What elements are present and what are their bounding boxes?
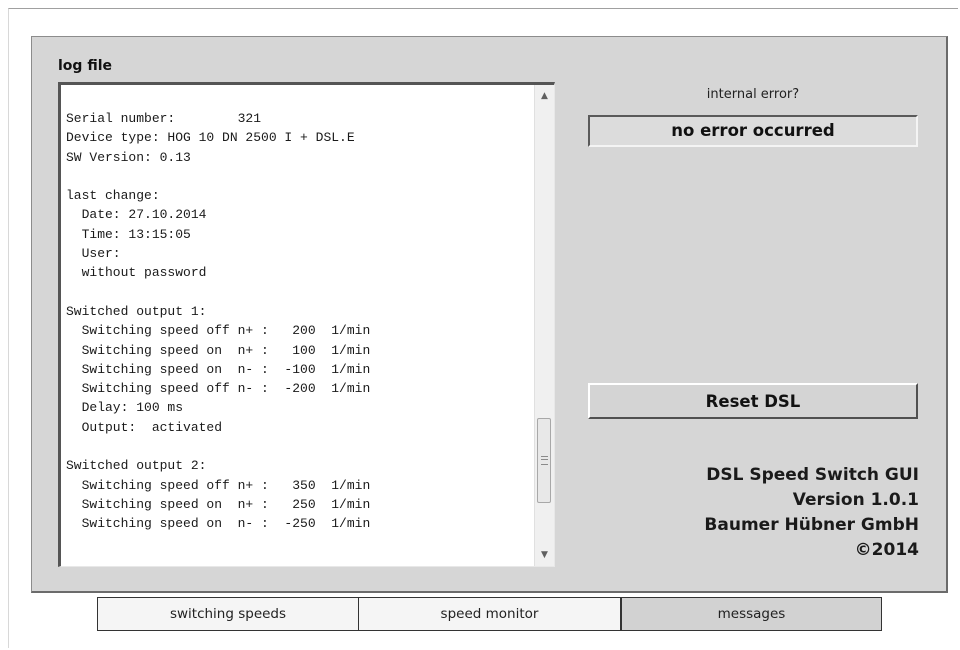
app-version: Version 1.0.1 bbox=[792, 490, 919, 510]
grip-icon bbox=[541, 456, 548, 465]
log-file-title: log file bbox=[58, 58, 112, 74]
error-status-indicator: no error occurred bbox=[588, 115, 918, 147]
app-info: DSL Speed Switch GUI Version 1.0.1 Baume… bbox=[704, 463, 919, 563]
internal-error-label: internal error? bbox=[706, 87, 800, 102]
scroll-down-icon[interactable]: ▼ bbox=[535, 546, 554, 564]
reset-dsl-button[interactable]: Reset DSL bbox=[588, 383, 918, 419]
app-name: DSL Speed Switch GUI bbox=[706, 465, 919, 485]
scroll-up-icon[interactable]: ▲ bbox=[535, 87, 554, 105]
tab-messages[interactable]: messages bbox=[620, 597, 882, 631]
log-content: Serial number: 321 Device type: HOG 10 D… bbox=[66, 111, 371, 532]
copyright: ©2014 bbox=[854, 540, 919, 560]
scroll-thumb[interactable] bbox=[537, 418, 551, 503]
tab-speed-monitor[interactable]: speed monitor bbox=[358, 597, 621, 631]
company-name: Baumer Hübner GmbH bbox=[704, 515, 919, 535]
log-scrollbar[interactable]: ▲ ▼ bbox=[534, 85, 554, 566]
tab-bar: switching speeds speed monitor messages bbox=[97, 597, 882, 631]
tab-switching-speeds[interactable]: switching speeds bbox=[97, 597, 359, 631]
log-textarea[interactable]: Serial number: 321 Device type: HOG 10 D… bbox=[58, 82, 555, 567]
